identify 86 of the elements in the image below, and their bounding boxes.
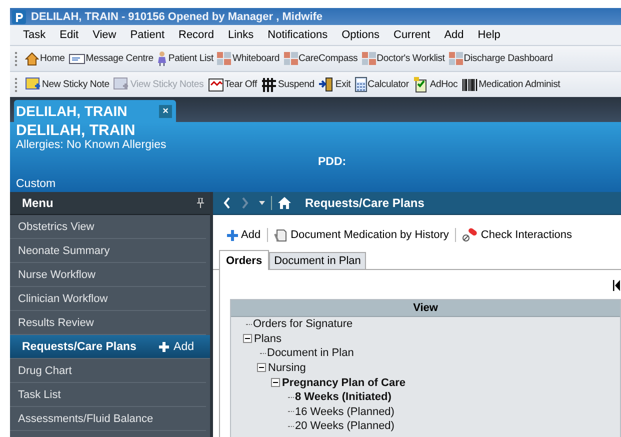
toolbar-button[interactable]: Suspend xyxy=(258,77,316,92)
menu-item[interactable]: Help xyxy=(470,29,508,41)
tree-item[interactable]: Plans xyxy=(254,332,282,345)
collapse-icon[interactable] xyxy=(613,280,620,291)
tree-item[interactable]: Pregnancy Plan of Care xyxy=(282,376,406,389)
sticky-note-icon xyxy=(25,77,41,92)
toolbar-button[interactable]: Message Centre xyxy=(66,52,156,64)
sidebar-title: Menu xyxy=(22,196,54,210)
calculator-icon xyxy=(354,77,367,92)
toolbar-button[interactable]: Check Interactions xyxy=(460,228,574,242)
document-icon xyxy=(274,228,288,242)
tree-item[interactable]: 8 Weeks (Initiated) xyxy=(295,391,392,404)
window-title: DELILAH, TRAIN - 910156 Opened by Manager , Midwife xyxy=(31,10,323,22)
grid-icon xyxy=(260,77,277,92)
sidebar-item[interactable]: Requests/Care Plans Add xyxy=(10,335,210,359)
sidebar-item[interactable]: Drug Chart xyxy=(10,359,206,383)
menu-item[interactable]: View xyxy=(86,29,124,41)
tear-off-icon xyxy=(208,78,224,92)
tree-item[interactable]: Nursing xyxy=(268,362,306,374)
column-header: View xyxy=(231,300,620,317)
menu-item[interactable]: Patient xyxy=(123,29,172,41)
pills-icon xyxy=(462,228,478,242)
menu-item[interactable]: Notifications xyxy=(260,29,335,41)
add-button[interactable]: Add xyxy=(158,340,194,352)
sidebar-item[interactable]: Task List xyxy=(10,383,206,407)
board-icon xyxy=(362,52,376,65)
menu-item[interactable]: Add xyxy=(437,29,471,41)
house-icon xyxy=(25,52,39,66)
tab[interactable]: Orders xyxy=(219,250,270,270)
toolbar-button[interactable]: Tear Off xyxy=(206,78,259,92)
sidebar-item[interactable]: Assessments/Fluid Balance xyxy=(10,407,206,431)
board-icon xyxy=(284,52,298,65)
app-logo-icon xyxy=(12,10,26,24)
menu-item[interactable]: Links xyxy=(220,29,261,41)
tree-item[interactable]: 16 Weeks (Planned) xyxy=(295,406,394,418)
tree-item[interactable]: Document in Plan xyxy=(267,347,354,360)
toolbar-button[interactable]: CareCompass xyxy=(282,52,360,65)
toolbar-button[interactable]: Exit xyxy=(316,77,353,92)
clipboard-icon xyxy=(412,76,429,92)
close-tab-button[interactable]: × xyxy=(159,104,172,118)
dropdown-caret-icon[interactable] xyxy=(259,201,265,205)
tree-item[interactable]: 20 Weeks (Planned) xyxy=(295,420,394,432)
sidebar-item[interactable]: Clinician Workflow xyxy=(10,287,206,311)
exit-door-icon xyxy=(318,77,334,92)
toolbar-button[interactable]: Whiteboard xyxy=(215,52,282,65)
toolbar-button[interactable]: Medication Administ xyxy=(460,78,562,90)
back-icon[interactable] xyxy=(223,197,231,209)
menu-item[interactable]: Task xyxy=(16,29,53,41)
pdd-label: PDD: xyxy=(318,156,346,168)
toolbar-button[interactable]: Calculator xyxy=(352,77,411,92)
board-icon xyxy=(448,52,463,65)
plus-icon xyxy=(158,340,170,352)
toolbar-button[interactable]: New Sticky Note xyxy=(23,77,112,92)
toolbar-button[interactable]: AdHoc xyxy=(410,76,460,92)
menu-item[interactable]: Options xyxy=(334,29,386,41)
envelope-icon xyxy=(68,52,85,64)
pin-icon[interactable] xyxy=(197,198,204,208)
menu-item[interactable]: Record xyxy=(172,29,221,41)
person-icon xyxy=(157,51,168,66)
tree-item[interactable]: Orders for Signature xyxy=(253,318,353,330)
toolbar-button[interactable]: Discharge Dashboard xyxy=(446,52,555,65)
toolbar-button[interactable]: Home xyxy=(23,52,67,66)
sticky-note-icon xyxy=(113,77,130,92)
toolbar-button[interactable]: Doctor's Worklist xyxy=(360,52,447,65)
tab[interactable]: Document in Plan xyxy=(269,252,366,269)
patient-name: DELILAH, TRAIN xyxy=(16,122,136,139)
collapse-toggle[interactable] xyxy=(271,378,281,388)
toolbar-button[interactable]: Document Medication by History xyxy=(272,228,451,242)
sidebar-item[interactable]: Obstetrics View xyxy=(10,215,206,239)
home-icon[interactable] xyxy=(278,197,291,209)
collapse-toggle[interactable] xyxy=(257,363,267,374)
plus-icon xyxy=(227,230,238,240)
board-icon xyxy=(217,52,232,65)
sidebar-item[interactable]: Nurse Workflow xyxy=(10,263,206,287)
patient-tab[interactable]: DELILAH, TRAIN × xyxy=(14,100,176,122)
barcode-icon xyxy=(462,78,478,90)
custom-text: Custom xyxy=(16,178,57,190)
menu-item[interactable]: Current xyxy=(386,29,438,41)
patient-tab-label: DELILAH, TRAIN xyxy=(16,103,128,119)
menu-item[interactable]: Edit xyxy=(52,29,86,41)
toolbar-button[interactable]: Patient List xyxy=(155,51,216,66)
sidebar-item[interactable]: Neonate Summary xyxy=(10,239,206,263)
allergies-text: Allergies: No Known Allergies xyxy=(16,139,168,152)
page-title: Requests/Care Plans xyxy=(305,196,424,210)
toolbar-button[interactable]: Add xyxy=(225,229,263,241)
collapse-toggle[interactable] xyxy=(243,334,253,344)
